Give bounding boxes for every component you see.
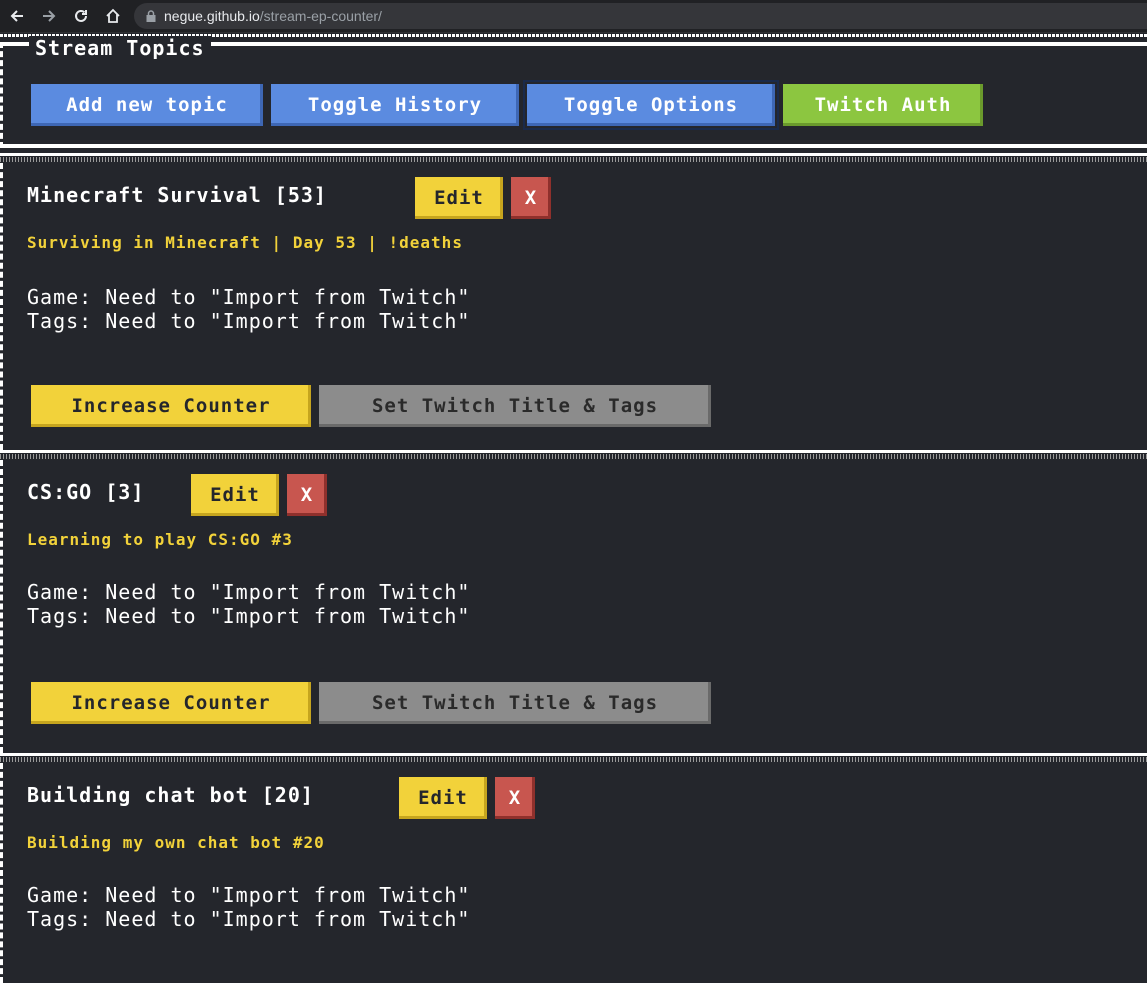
edit-topic-button[interactable]: Edit xyxy=(399,777,487,819)
add-topic-button[interactable]: Add new topic xyxy=(31,84,263,126)
forward-arrow-icon[interactable] xyxy=(38,5,60,27)
topic-game: Game: Need to "Import from Twitch" xyxy=(27,285,471,309)
delete-topic-button[interactable]: X xyxy=(511,177,551,219)
url-path: /stream-ep-counter/ xyxy=(259,8,382,24)
page-content: Stream Topics Add new topic Toggle Histo… xyxy=(0,34,1147,983)
increase-counter-button[interactable]: Increase Counter xyxy=(31,385,311,427)
topic-tags: Tags: Need to "Import from Twitch" xyxy=(27,907,471,931)
twitch-auth-button[interactable]: Twitch Auth xyxy=(783,84,983,126)
reload-icon[interactable] xyxy=(70,5,92,27)
edit-topic-button[interactable]: Edit xyxy=(191,474,279,516)
back-arrow-icon[interactable] xyxy=(6,5,28,27)
topic-card: Minecraft Survival [53] Edit X Surviving… xyxy=(0,163,1147,450)
edit-topic-button[interactable]: Edit xyxy=(415,177,503,219)
topic-subtitle: Learning to play CS:GO #3 xyxy=(27,530,293,549)
topic-title: CS:GO [3] xyxy=(27,480,145,504)
delete-topic-button[interactable]: X xyxy=(287,474,327,516)
home-icon[interactable] xyxy=(102,5,124,27)
page-title: Stream Topics xyxy=(29,36,211,60)
delete-topic-button[interactable]: X xyxy=(495,777,535,819)
topic-title: Building chat bot [20] xyxy=(27,783,314,807)
topic-subtitle: Building my own chat bot #20 xyxy=(27,833,325,852)
set-twitch-title-button[interactable]: Set Twitch Title & Tags xyxy=(319,385,711,427)
topic-card: CS:GO [3] Edit X Learning to play CS:GO … xyxy=(0,460,1147,753)
topic-subtitle: Surviving in Minecraft | Day 53 | !death… xyxy=(27,233,463,252)
topic-game: Game: Need to "Import from Twitch" xyxy=(27,580,471,604)
address-bar[interactable]: negue.github.io/stream-ep-counter/ xyxy=(134,3,1147,29)
set-twitch-title-button[interactable]: Set Twitch Title & Tags xyxy=(319,682,711,724)
topic-separator xyxy=(0,450,1147,460)
browser-toolbar: negue.github.io/stream-ep-counter/ xyxy=(0,0,1147,33)
lock-icon xyxy=(146,10,156,22)
stream-topics-panel: Stream Topics Add new topic Toggle Histo… xyxy=(0,36,1147,148)
topic-tags: Tags: Need to "Import from Twitch" xyxy=(27,604,471,628)
toggle-history-button[interactable]: Toggle History xyxy=(271,84,519,126)
topic-separator xyxy=(0,153,1147,163)
topic-tags: Tags: Need to "Import from Twitch" xyxy=(27,309,471,333)
topic-title: Minecraft Survival [53] xyxy=(27,183,327,207)
topic-separator xyxy=(0,753,1147,763)
url-host: negue.github.io xyxy=(164,8,260,24)
topic-game: Game: Need to "Import from Twitch" xyxy=(27,883,471,907)
topic-card: Building chat bot [20] Edit X Building m… xyxy=(0,763,1147,983)
increase-counter-button[interactable]: Increase Counter xyxy=(31,682,311,724)
toggle-options-button[interactable]: Toggle Options xyxy=(523,80,779,130)
